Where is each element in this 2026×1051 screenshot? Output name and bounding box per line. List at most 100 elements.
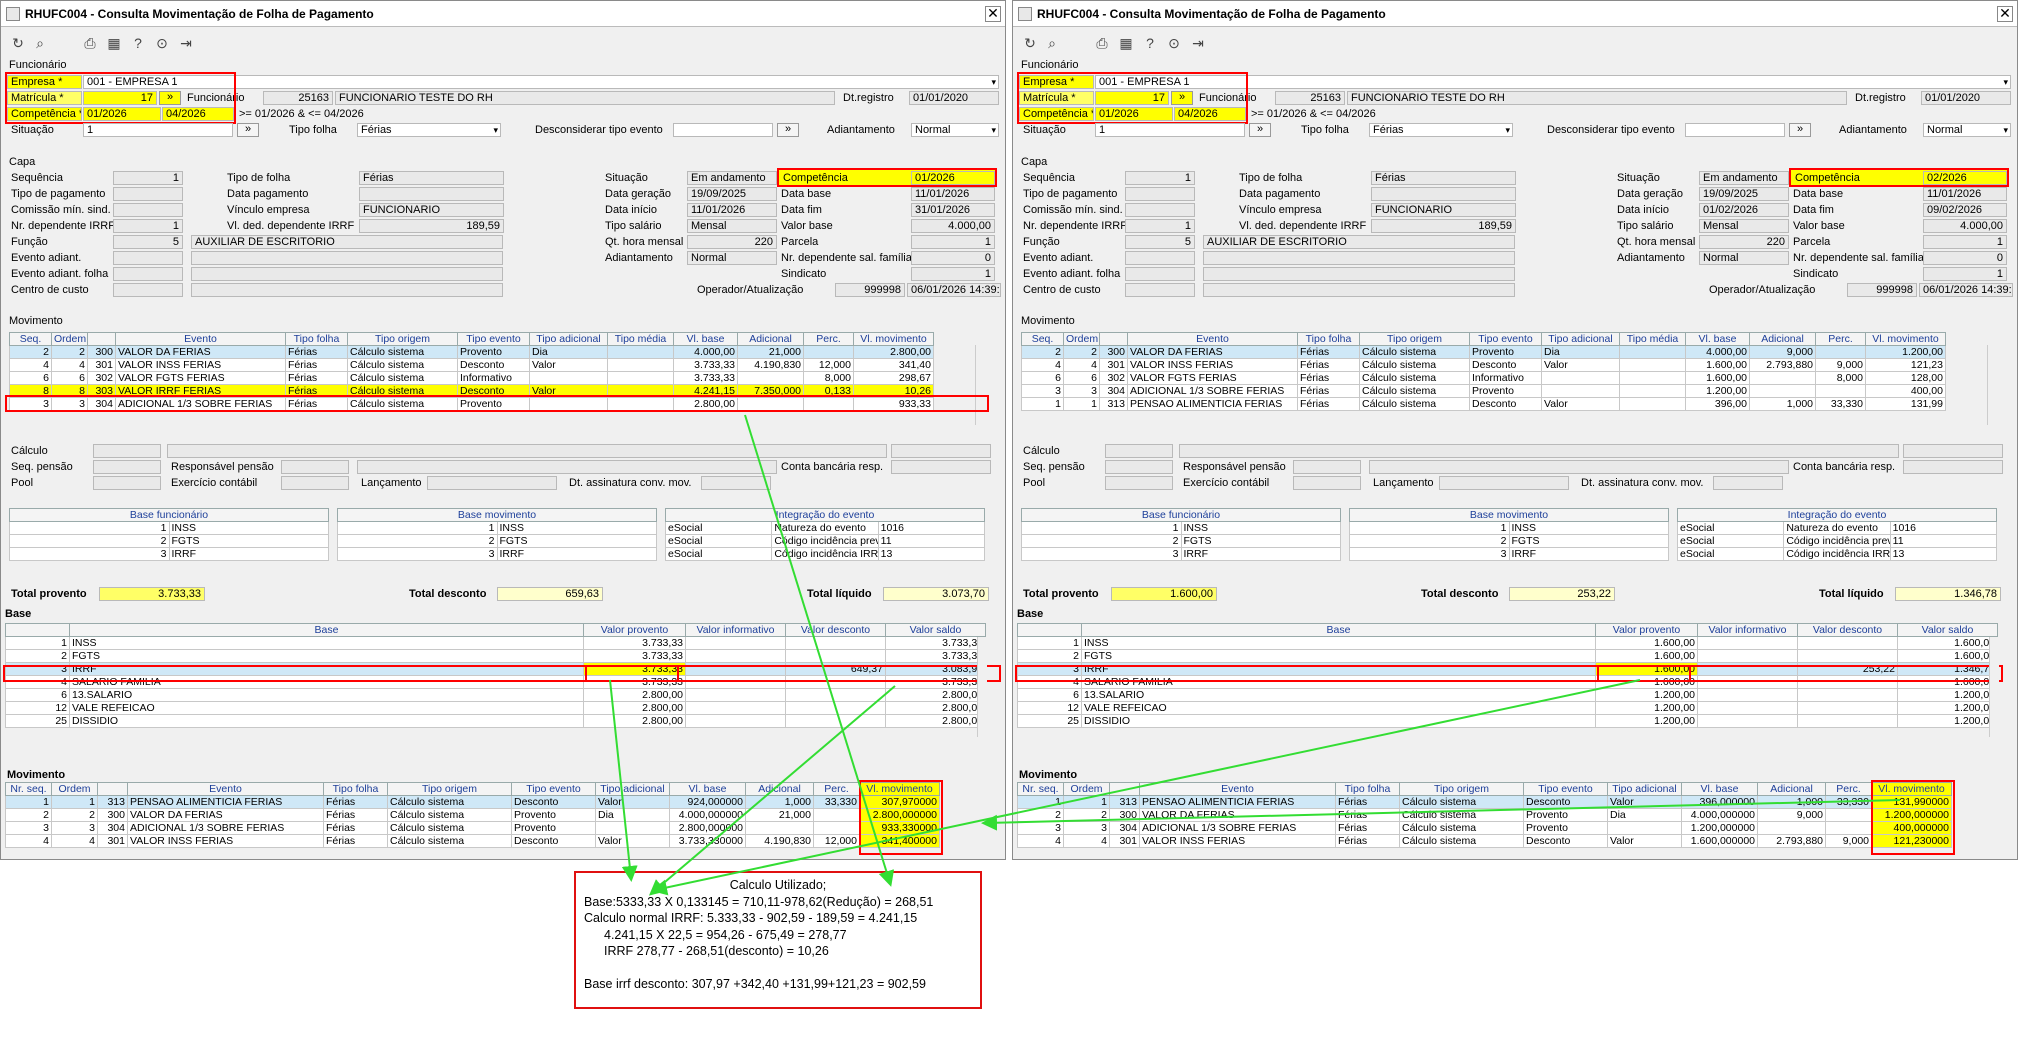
- integracao-evento-table-row[interactable]: eSocialCódigo incidência prev. social11: [1676, 534, 1998, 548]
- mov-header[interactable]: Ordem: [51, 332, 88, 346]
- mov-bottom-header[interactable]: Vl. base: [1681, 782, 1758, 796]
- situacao-input[interactable]: 1: [1095, 123, 1245, 137]
- matricula-lookup-button[interactable]: »: [159, 91, 181, 105]
- refresh-icon[interactable]: ↻: [1021, 34, 1039, 52]
- base-row[interactable]: 3 IRRF 3.733,33 649,37 3.083,96: [5, 662, 986, 676]
- desconsiderar-lookup-button[interactable]: »: [777, 123, 799, 137]
- mov-header[interactable]: Tipo adicional: [1541, 332, 1620, 346]
- empresa-select[interactable]: 001 - EMPRESA 1: [1095, 75, 2011, 89]
- mov-bottom-header[interactable]: Tipo evento: [511, 782, 596, 796]
- base-header[interactable]: Valor informativo: [1697, 623, 1798, 637]
- integracao-evento-table-row[interactable]: eSocial Código incidência IRRF 13: [1676, 547, 1998, 561]
- base-row[interactable]: 25 DISSIDIO 1.200,00 1.200,00: [1017, 714, 1998, 728]
- mov-header[interactable]: Tipo origem: [347, 332, 458, 346]
- base-header[interactable]: [1017, 623, 1082, 637]
- base-row[interactable]: 3 IRRF 1.600,00 253,22 1.346,78: [1017, 662, 1998, 676]
- base-header[interactable]: Base: [1081, 623, 1596, 637]
- scrollbar[interactable]: [1989, 637, 1999, 737]
- mov-header[interactable]: Evento: [115, 332, 286, 346]
- mov-row[interactable]: 2 2 300 VALOR DA FERIAS Férias Cálculo sistem…: [9, 345, 934, 359]
- mov-header[interactable]: Vl. base: [1685, 332, 1750, 346]
- base-row[interactable]: 2 FGTS 3.733,33 3.733,33: [5, 649, 986, 663]
- mov-bottom-header[interactable]: Vl. movimento: [1871, 782, 1952, 796]
- scrollbar[interactable]: [977, 637, 987, 737]
- mov-header[interactable]: Tipo folha: [1297, 332, 1360, 346]
- calendar-icon[interactable]: ▦: [1117, 34, 1135, 52]
- search-icon[interactable]: ⌕: [31, 34, 49, 52]
- integracao-evento-table-row[interactable]: eSocial Natureza do evento 1016: [664, 521, 986, 535]
- mov-bottom-row[interactable]: 1 1 313 PENSAO ALIMENTICIA FERIAS Férias Cálc…: [1017, 795, 1952, 809]
- adiantamento-select[interactable]: Normal: [1923, 123, 2011, 137]
- mov-header[interactable]: Vl. movimento: [1865, 332, 1946, 346]
- scrollbar[interactable]: [975, 345, 985, 425]
- mov-bottom-row[interactable]: 2 2 300 VALOR DA FERIAS Férias Cálculo sistem…: [5, 808, 940, 822]
- base-header[interactable]: Valor saldo: [1897, 623, 1998, 637]
- mov-header[interactable]: Tipo adicional: [529, 332, 608, 346]
- mov-header[interactable]: Perc.: [1815, 332, 1866, 346]
- base-movimento-table-row[interactable]: 1 INSS: [337, 521, 657, 535]
- mov-bottom-row[interactable]: 3 3 304 ADICIONAL 1/3 SOBRE FERIAS Férias Cál…: [5, 821, 940, 835]
- mov-row[interactable]: 2 2 300 VALOR DA FERIAS Férias Cálculo sistem…: [1021, 345, 1946, 359]
- base-row[interactable]: 1 INSS 3.733,33 3.733,33: [5, 636, 986, 650]
- tipofolha-select[interactable]: Férias: [1369, 123, 1513, 137]
- dot-icon[interactable]: ⊙: [153, 34, 171, 52]
- base-row[interactable]: 25 DISSIDIO 2.800,00 2.800,00: [5, 714, 986, 728]
- mov-header[interactable]: Adicional: [1749, 332, 1816, 346]
- mov-row[interactable]: 4 4 301 VALOR INSS FERIAS Férias Cálculo sist…: [9, 358, 934, 372]
- search-icon[interactable]: ⌕: [1043, 34, 1061, 52]
- close-button[interactable]: ✕: [985, 6, 1001, 22]
- base-row[interactable]: 12 VALE REFEICAO 1.200,00 1.200,00: [1017, 701, 1998, 715]
- mov-bottom-row[interactable]: 2 2 300 VALOR DA FERIAS Férias Cálculo sistem…: [1017, 808, 1952, 822]
- mov-header[interactable]: [87, 332, 116, 346]
- mov-bottom-header[interactable]: Nr. seq.: [1017, 782, 1064, 796]
- mov-bottom-row[interactable]: 1 1 313 PENSAO ALIMENTICIA FERIAS Férias Cálc…: [5, 795, 940, 809]
- mov-bottom-header[interactable]: Adicional: [745, 782, 814, 796]
- base-row[interactable]: 4 SALARIO FAMILIA 3.733,33 3.733,33: [5, 675, 986, 689]
- base-movimento-table-row[interactable]: 2 FGTS: [1349, 534, 1669, 548]
- mov-row[interactable]: 8 8 303 VALOR IRRF FERIAS Férias Cálculo sist…: [9, 384, 934, 398]
- mov-row[interactable]: 1 1 313 PENSAO ALIMENTICIA FERIAS Férias Cálc…: [1021, 397, 1946, 411]
- base-funcionario-table-row[interactable]: 3 IRRF: [9, 547, 329, 561]
- mov-header[interactable]: Tipo evento: [457, 332, 530, 346]
- mov-bottom-header[interactable]: Tipo adicional: [595, 782, 670, 796]
- mov-bottom-header[interactable]: Evento: [1139, 782, 1336, 796]
- mov-header[interactable]: Perc.: [803, 332, 854, 346]
- mov-row[interactable]: 6 6 302 VALOR FGTS FERIAS Férias Cálculo sist…: [9, 371, 934, 385]
- mov-bottom-header[interactable]: Tipo adicional: [1607, 782, 1682, 796]
- mov-bottom-header[interactable]: Tipo origem: [1399, 782, 1524, 796]
- mov-header[interactable]: Vl. movimento: [853, 332, 934, 346]
- integracao-evento-table-row[interactable]: eSocial Natureza do evento 1016: [1676, 521, 1998, 535]
- mov-header[interactable]: Adicional: [737, 332, 804, 346]
- mov-bottom-header[interactable]: Nr. seq.: [5, 782, 52, 796]
- situacao-input[interactable]: 1: [83, 123, 233, 137]
- exit-icon[interactable]: ⇥: [1189, 34, 1207, 52]
- situacao-lookup-button[interactable]: »: [237, 123, 259, 137]
- tipofolha-select[interactable]: Férias: [357, 123, 501, 137]
- base-movimento-table-row[interactable]: 3 IRRF: [337, 547, 657, 561]
- mov-row[interactable]: 3 3 304 ADICIONAL 1/3 SOBRE FERIAS Férias Cál…: [9, 397, 934, 411]
- mov-bottom-header[interactable]: Vl. movimento: [859, 782, 940, 796]
- base-movimento-table-row[interactable]: 3 IRRF: [1349, 547, 1669, 561]
- mov-bottom-header[interactable]: Ordem: [51, 782, 98, 796]
- base-movimento-table-row[interactable]: 1 INSS: [1349, 521, 1669, 535]
- base-funcionario-table-row[interactable]: 1 INSS: [9, 521, 329, 535]
- calendar-icon[interactable]: ▦: [105, 34, 123, 52]
- mov-header[interactable]: Tipo média: [607, 332, 674, 346]
- competencia-from-input[interactable]: 01/2026: [83, 107, 161, 121]
- mov-header[interactable]: Tipo origem: [1359, 332, 1470, 346]
- mov-bottom-header[interactable]: [1109, 782, 1140, 796]
- situacao-lookup-button[interactable]: »: [1249, 123, 1271, 137]
- mov-header[interactable]: Tipo média: [1619, 332, 1686, 346]
- base-header[interactable]: Valor saldo: [885, 623, 986, 637]
- close-button[interactable]: ✕: [1997, 6, 2013, 22]
- base-header[interactable]: Valor provento: [1595, 623, 1698, 637]
- mov-header[interactable]: Seq.: [9, 332, 52, 346]
- mov-bottom-header[interactable]: Tipo origem: [387, 782, 512, 796]
- base-row[interactable]: 6 13.SALARIO 1.200,00 1.200,00: [1017, 688, 1998, 702]
- print-icon[interactable]: ⎙: [81, 34, 99, 52]
- refresh-icon[interactable]: ↻: [9, 34, 27, 52]
- mov-bottom-header[interactable]: Tipo folha: [1335, 782, 1400, 796]
- base-row[interactable]: 1 INSS 1.600,00 1.600,00: [1017, 636, 1998, 650]
- mov-header[interactable]: Tipo evento: [1469, 332, 1542, 346]
- base-row[interactable]: 4 SALARIO FAMILIA 1.600,00 1.600,00: [1017, 675, 1998, 689]
